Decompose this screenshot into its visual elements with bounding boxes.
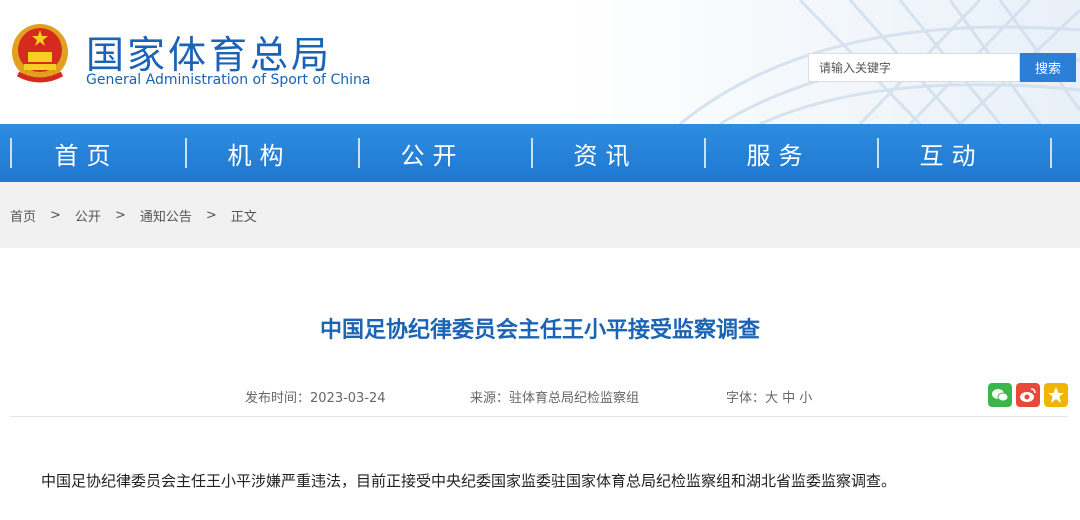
weibo-icon[interactable] bbox=[1016, 383, 1040, 407]
nav-label: 互动 bbox=[919, 141, 984, 170]
breadcrumb-separator: > bbox=[50, 207, 61, 223]
site-title-en: General Administration of Sport of China bbox=[86, 72, 371, 88]
breadcrumb-public[interactable]: 公开 bbox=[75, 206, 101, 225]
meta-divider bbox=[10, 416, 1068, 417]
nav-label: 资讯 bbox=[573, 141, 638, 170]
nav-item-services[interactable]: 服务 bbox=[692, 124, 865, 182]
nav-divider bbox=[531, 138, 533, 168]
nav-item-interact[interactable]: 互动 bbox=[865, 124, 1038, 182]
nav-divider bbox=[1050, 138, 1052, 168]
search-button[interactable]: 搜索 bbox=[1020, 53, 1076, 82]
breadcrumb: 首页 > 公开 > 通知公告 > 正文 bbox=[0, 182, 1080, 248]
site-title-cn[interactable]: 国家体育总局 bbox=[86, 24, 332, 79]
breadcrumb-separator: > bbox=[205, 207, 217, 223]
nav-divider bbox=[358, 138, 360, 168]
nav-item-news[interactable]: 资讯 bbox=[519, 124, 692, 182]
nav-item-home[interactable]: 首页 bbox=[0, 124, 173, 182]
breadcrumb-current: 正文 bbox=[230, 209, 257, 225]
search-input[interactable] bbox=[808, 53, 1020, 82]
nav-item-agencies[interactable]: 机构 bbox=[173, 124, 346, 182]
nav-divider bbox=[877, 138, 879, 168]
breadcrumb-notices[interactable]: 通知公告 bbox=[140, 206, 192, 225]
article-title: 中国足协纪律委员会主任王小平接受监察调查 bbox=[319, 318, 760, 343]
main-nav: 首页 机构 公开 资讯 服务 互动 bbox=[0, 124, 1080, 182]
font-size-control[interactable]: 字体：大 中 小 bbox=[726, 387, 812, 406]
qzone-icon[interactable] bbox=[1044, 383, 1068, 407]
article-source: 来源：驻体育总局纪检监察组 bbox=[470, 391, 640, 406]
nav-divider bbox=[704, 138, 706, 168]
nav-label: 机构 bbox=[227, 141, 292, 170]
wechat-icon[interactable] bbox=[988, 383, 1012, 407]
site-header: 国家体育总局 General Administration of Sport o… bbox=[0, 0, 1080, 124]
nav-label: 服务 bbox=[746, 141, 811, 170]
nav-label: 公开 bbox=[400, 141, 465, 170]
nav-divider bbox=[185, 138, 187, 168]
national-emblem-logo bbox=[12, 24, 68, 83]
breadcrumb-separator: > bbox=[114, 207, 126, 223]
article-body: 中国足协纪律委员会主任王小平涉嫌严重违法，目前正接受中央纪委国家监委驻国家体育总… bbox=[41, 472, 897, 490]
nav-label: 首页 bbox=[54, 141, 119, 170]
nav-item-public[interactable]: 公开 bbox=[346, 124, 519, 182]
breadcrumb-home[interactable]: 首页 bbox=[10, 206, 36, 225]
publish-date: 发布时间：2023-03-24 bbox=[245, 391, 386, 406]
